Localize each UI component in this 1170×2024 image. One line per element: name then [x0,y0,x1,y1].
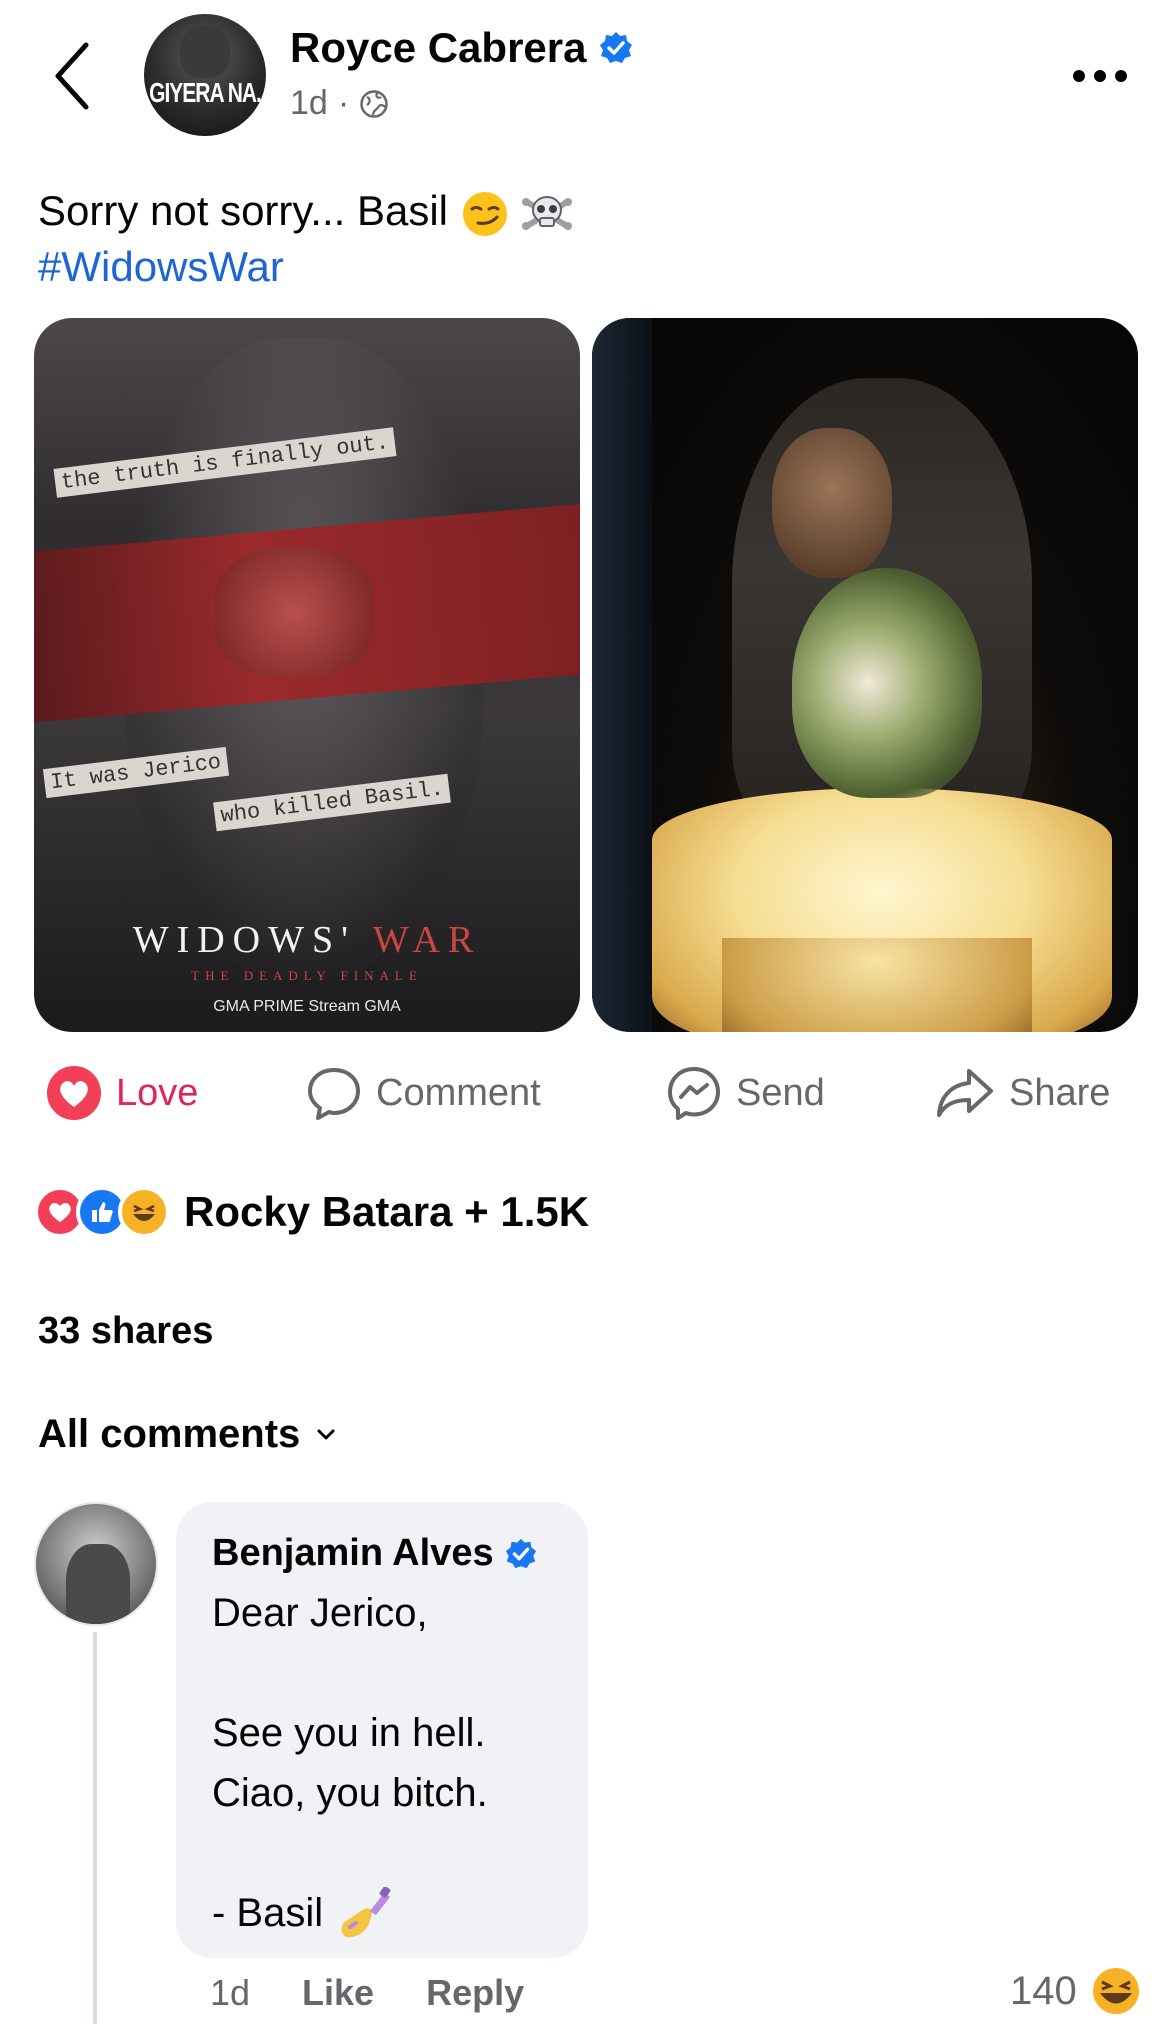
chevron-left-icon [55,42,89,110]
post-text: Sorry not sorry... Basil #WidowsWar [38,184,573,294]
comment-reaction-count[interactable]: 140 [1010,1966,1141,2016]
comment-icon [308,1068,360,1120]
avatar-face [180,26,230,78]
poster-red-face [214,548,374,678]
poster-logos: GMA PRIME Stream GMA [213,998,401,1015]
comment-text: Dear Jerico, See you in hell. Ciao, you … [212,1583,588,1943]
poster-title-b: WAR [372,919,482,961]
heart-icon [47,1066,101,1120]
photo-person-face [772,428,892,578]
commenter-avatar[interactable] [34,1502,158,1626]
comment-time: 1d [210,1972,251,2013]
author-avatar[interactable]: GIYERA NA. [144,14,266,136]
smirk-emoji-icon [462,191,507,236]
love-label: Love [116,1071,199,1114]
back-button[interactable] [44,36,100,116]
messenger-icon [668,1067,720,1120]
comment-button[interactable]: Comment [306,1060,541,1126]
comment-bubble[interactable]: Benjamin Alves Dear Jerico, See you in h… [176,1502,588,1958]
photo-lit-table-base [722,938,1032,1032]
comment-reaction-count-text: 140 [1010,1968,1077,2013]
more-options-button[interactable] [1068,56,1132,96]
love-button[interactable]: Love [46,1060,198,1126]
verified-icon [505,1538,536,1568]
avatar-text: GIYERA NA. [149,78,262,109]
comment-body-text: Dear Jerico, See you in hell. Ciao, you … [212,1591,488,1935]
globe-icon [360,89,388,118]
poster-title: WIDOWS' WAR [34,918,580,962]
skull-crossbones-icon [522,195,573,230]
author-name[interactable]: Royce Cabrera [290,24,634,72]
share-button[interactable]: Share [935,1060,1110,1126]
action-bar: Love Comment Send Share [0,1060,1170,1126]
send-label: Send [736,1071,825,1114]
haha-reaction-icon [118,1186,170,1238]
haha-emoji-icon [1092,1968,1139,2014]
commenter-name[interactable]: Benjamin Alves [212,1532,588,1575]
post-body: Sorry not sorry... Basil [38,187,448,234]
send-button[interactable]: Send [666,1060,825,1126]
thread-line [93,1632,97,2024]
photo-poster[interactable]: the truth is finally out. It was Jerico … [34,318,580,1032]
hashtag-link[interactable]: #WidowsWar [38,240,573,294]
reaction-summary-text: Rocky Batara + 1.5K [184,1188,590,1235]
verified-icon [600,32,633,63]
share-icon [937,1069,993,1117]
chevron-down-icon [317,1429,335,1439]
post-meta: 1d · [290,84,389,123]
comment-meta: 1d Like Reply [210,1968,576,2018]
photo-flowers [792,568,982,798]
photo-candid[interactable] [592,318,1138,1032]
post-time[interactable]: 1d [290,84,328,123]
comments-filter-label: All comments [38,1412,301,1456]
more-icon [1073,70,1127,82]
author-name-text: Royce Cabrera [290,24,587,71]
reactions-summary[interactable]: Rocky Batara + 1.5K [34,1184,589,1240]
photo-curtain [592,318,652,1032]
nail-polish-emoji-icon [341,1887,391,1938]
avatar-figure [66,1544,130,1624]
meta-separator: · [337,84,350,122]
shares-count[interactable]: 33 shares [38,1310,213,1353]
comment-like-button[interactable]: Like [302,1972,374,2014]
poster-title-a: WIDOWS' [132,919,356,961]
comment-label: Comment [376,1071,541,1114]
comments-filter[interactable]: All comments [38,1412,336,1457]
comment-reply-button[interactable]: Reply [426,1972,524,2014]
commenter-name-text: Benjamin Alves [212,1532,494,1574]
post-header: GIYERA NA. Royce Cabrera 1d · [0,0,1170,160]
share-label: Share [1009,1071,1111,1114]
poster-subtitle: THE DEADLY FINALE [191,968,423,983]
